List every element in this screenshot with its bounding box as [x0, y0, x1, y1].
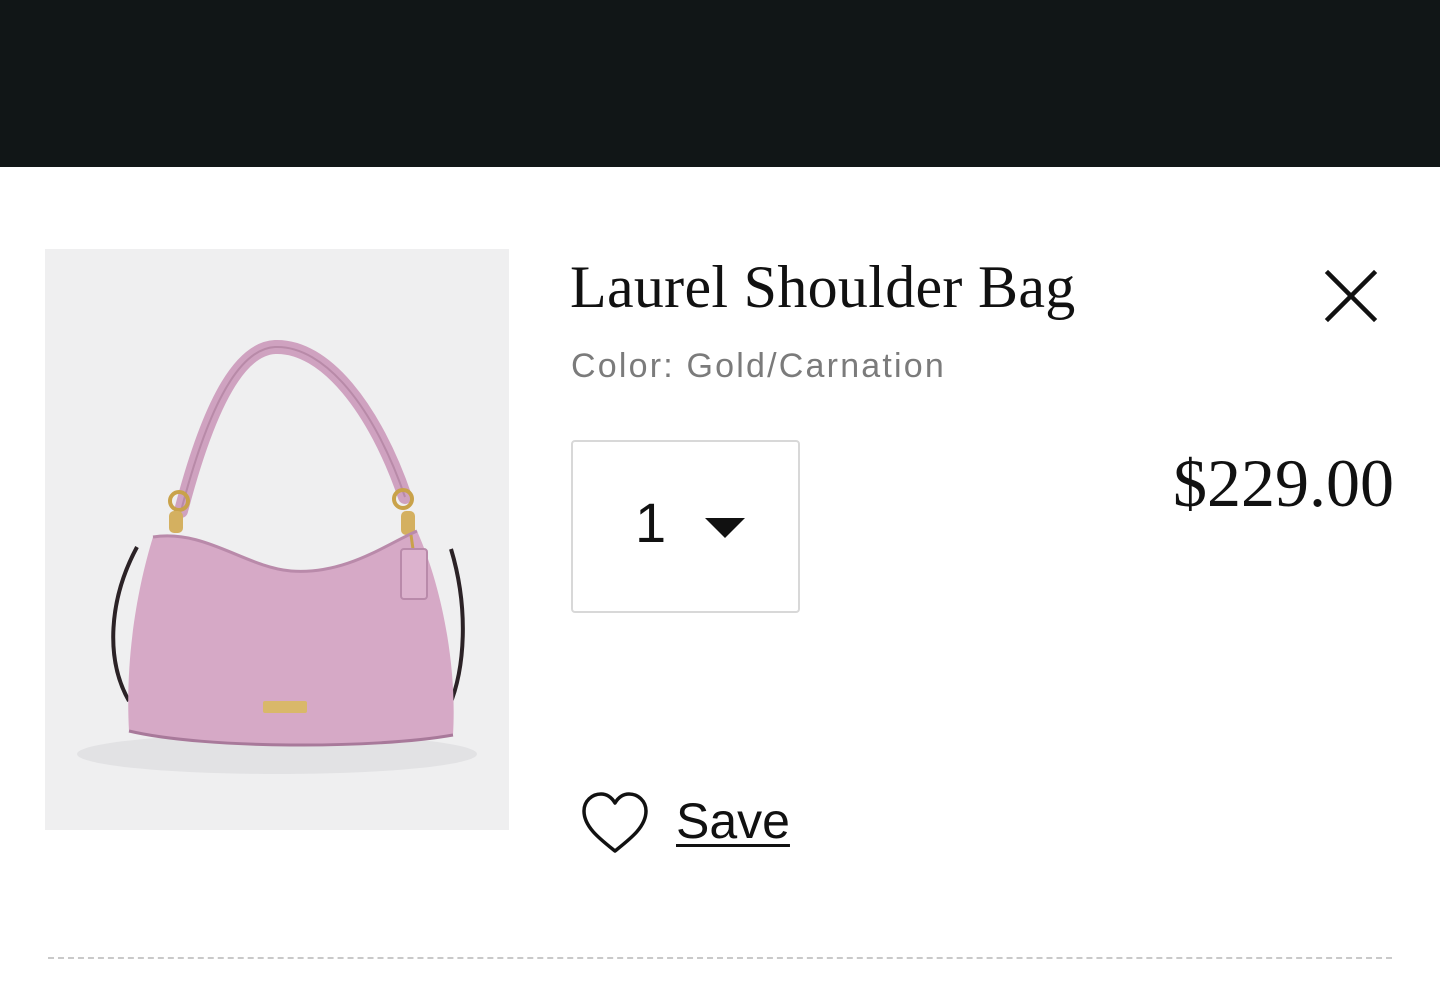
hang-tag [400, 548, 428, 600]
logo-plate [263, 701, 307, 713]
caret-down-icon [705, 518, 745, 538]
product-color: Color: Gold/Carnation [571, 347, 947, 385]
cart-line-item: Laurel Shoulder Bag Color: Gold/Carnatio… [0, 167, 1440, 1002]
left-clasp [169, 511, 183, 533]
dashed-divider [48, 957, 1392, 959]
shoulder-bag-illustration [77, 339, 477, 774]
product-title[interactable]: Laurel Shoulder Bag [570, 251, 1076, 323]
quantity-value: 1 [635, 491, 667, 554]
remove-item-button[interactable] [1316, 261, 1384, 329]
shoulder-handle [174, 339, 412, 518]
close-icon [1324, 269, 1378, 323]
heart-outline-icon [582, 792, 648, 853]
item-price: $229.00 [1173, 445, 1394, 521]
top-bar [0, 0, 1440, 167]
quantity-select[interactable]: 1 [571, 440, 800, 613]
save-label[interactable]: Save [676, 791, 790, 851]
hang-tag-chain [409, 534, 415, 550]
product-image[interactable] [45, 249, 509, 830]
